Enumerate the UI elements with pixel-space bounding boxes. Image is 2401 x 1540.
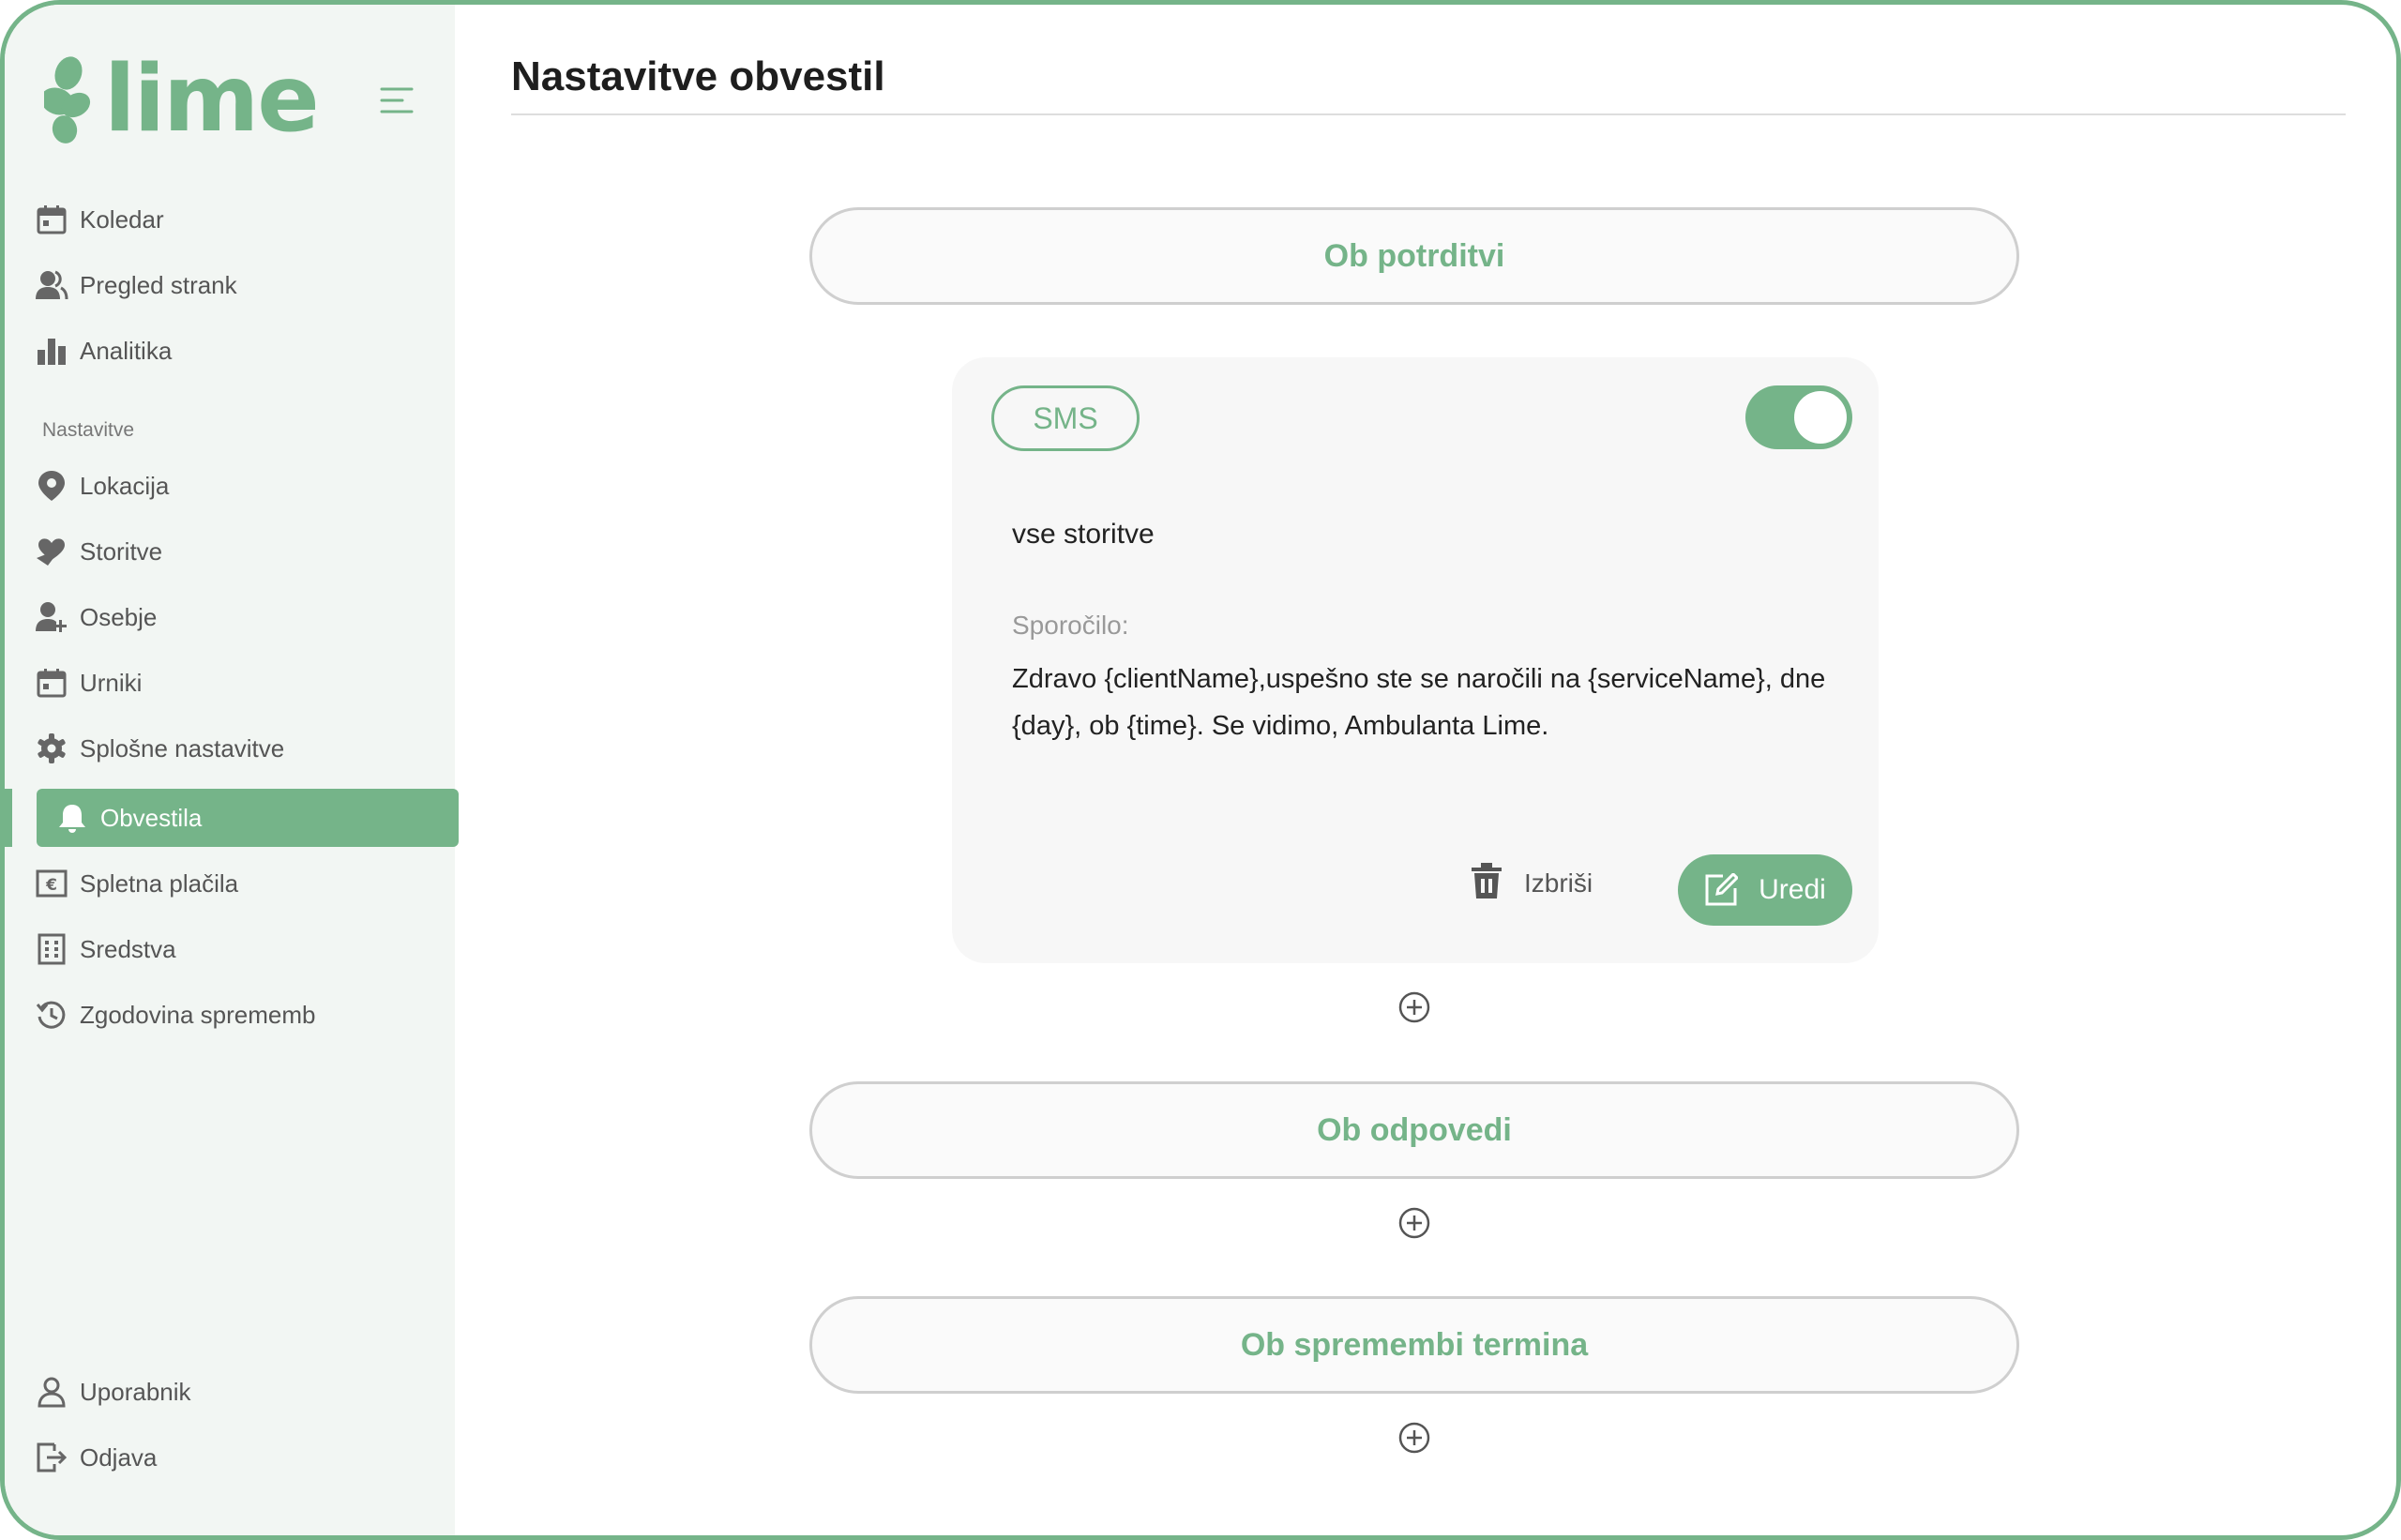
add-notification-button[interactable] [1398,1207,1430,1239]
logout-icon [33,1439,70,1476]
sidebar-item-label: Spletna plačila [80,868,239,898]
channel-badge[interactable]: SMS [991,385,1140,451]
menu-toggle-icon[interactable] [378,85,415,115]
sidebar-item-label: Uporabnik [80,1377,191,1406]
plus-circle-icon [1398,1207,1430,1239]
sidebar-item-zgodovina-sprememb[interactable]: Zgodovina sprememb [33,986,455,1044]
sidebar-item-lokacija[interactable]: Lokacija [33,457,455,515]
sidebar-item-label: Odjava [80,1442,158,1472]
heart-hand-icon [33,533,70,570]
sidebar-item-obvestila[interactable]: Obvestila [37,789,459,847]
app-window: lime Koledar Pregled strank Analitika Na… [0,0,2401,1540]
history-icon [33,996,70,1034]
edit-button[interactable]: Uredi [1678,854,1852,926]
message-text: Zdravo {clientName},uspešno ste se naroč… [1012,664,1826,741]
sidebar-item-label: Urniki [80,668,143,697]
section-ob-potrditvi[interactable]: Ob potrditvi [809,207,2019,305]
message-label: Sporočilo: [1012,611,1129,640]
delete-label: Izbriši [1524,868,1593,898]
add-notification-button[interactable] [1398,991,1430,1023]
delete-button[interactable]: Izbriši [1470,860,1593,907]
add-person-icon [33,598,70,636]
svg-text:€: € [45,876,57,895]
title-divider [511,113,2346,115]
sidebar-item-label: Sredstva [80,934,176,963]
sidebar-item-storitve[interactable]: Storitve [33,522,455,581]
building-icon [33,930,70,968]
logo: lime [44,46,320,153]
euro-icon: € [33,865,70,902]
lime-logo-icon [44,56,91,143]
sidebar-item-urniki[interactable]: Urniki [33,654,455,712]
services-text: vse storitve [1012,519,1155,550]
sidebar-item-sredstva[interactable]: Sredstva [33,920,455,978]
sidebar-item-label: Splošne nastavitve [80,733,285,762]
edit-icon [1704,873,1739,907]
sidebar-item-label: Koledar [80,204,164,234]
sidebar-item-pregled-strank[interactable]: Pregled strank [33,256,455,314]
add-notification-button[interactable] [1398,1422,1430,1454]
sidebar-item-label: Zgodovina sprememb [80,1000,316,1029]
section-ob-spremembi-termina[interactable]: Ob spremembi termina [809,1296,2019,1394]
logo-text: lime [104,46,320,153]
gear-icon [33,730,70,767]
calendar-icon [33,664,70,702]
plus-circle-icon [1398,991,1430,1023]
enable-toggle[interactable] [1745,385,1852,449]
sidebar-item-splosne-nastavitve[interactable]: Splošne nastavitve [33,719,455,778]
edit-label: Uredi [1759,874,1826,905]
sidebar-item-label: Osebje [80,602,158,631]
location-pin-icon [33,467,70,505]
sidebar-item-uporabnik[interactable]: Uporabnik [33,1363,455,1421]
settings-section-label: Nastavitve [42,419,135,441]
sidebar-item-label: Obvestila [100,803,203,832]
sidebar-item-label: Lokacija [80,471,170,500]
sidebar: lime Koledar Pregled strank Analitika Na… [5,5,459,1535]
sidebar-item-odjava[interactable]: Odjava [33,1428,455,1487]
trash-icon [1470,862,1503,906]
sidebar-item-label: Storitve [80,536,163,566]
plus-circle-icon [1398,1422,1430,1454]
user-icon [33,1373,70,1411]
sidebar-item-osebje[interactable]: Osebje [33,588,455,646]
bar-chart-icon [33,332,70,370]
bell-icon [53,799,91,837]
sidebar-item-label: Analitika [80,336,173,365]
notification-card: SMS vse storitve Sporočilo: Zdravo {clie… [952,357,1879,963]
active-indicator [5,789,12,847]
sidebar-item-spletna-placila[interactable]: € Spletna plačila [33,854,455,913]
users-icon [33,266,70,304]
sidebar-item-koledar[interactable]: Koledar [33,190,455,249]
sidebar-item-label: Pregled strank [80,270,237,299]
sidebar-item-analitika[interactable]: Analitika [33,322,455,380]
section-ob-odpovedi[interactable]: Ob odpovedi [809,1081,2019,1179]
calendar-icon [33,201,70,238]
toggle-knob [1794,391,1847,444]
page-title: Nastavitve obvestil [511,53,885,99]
